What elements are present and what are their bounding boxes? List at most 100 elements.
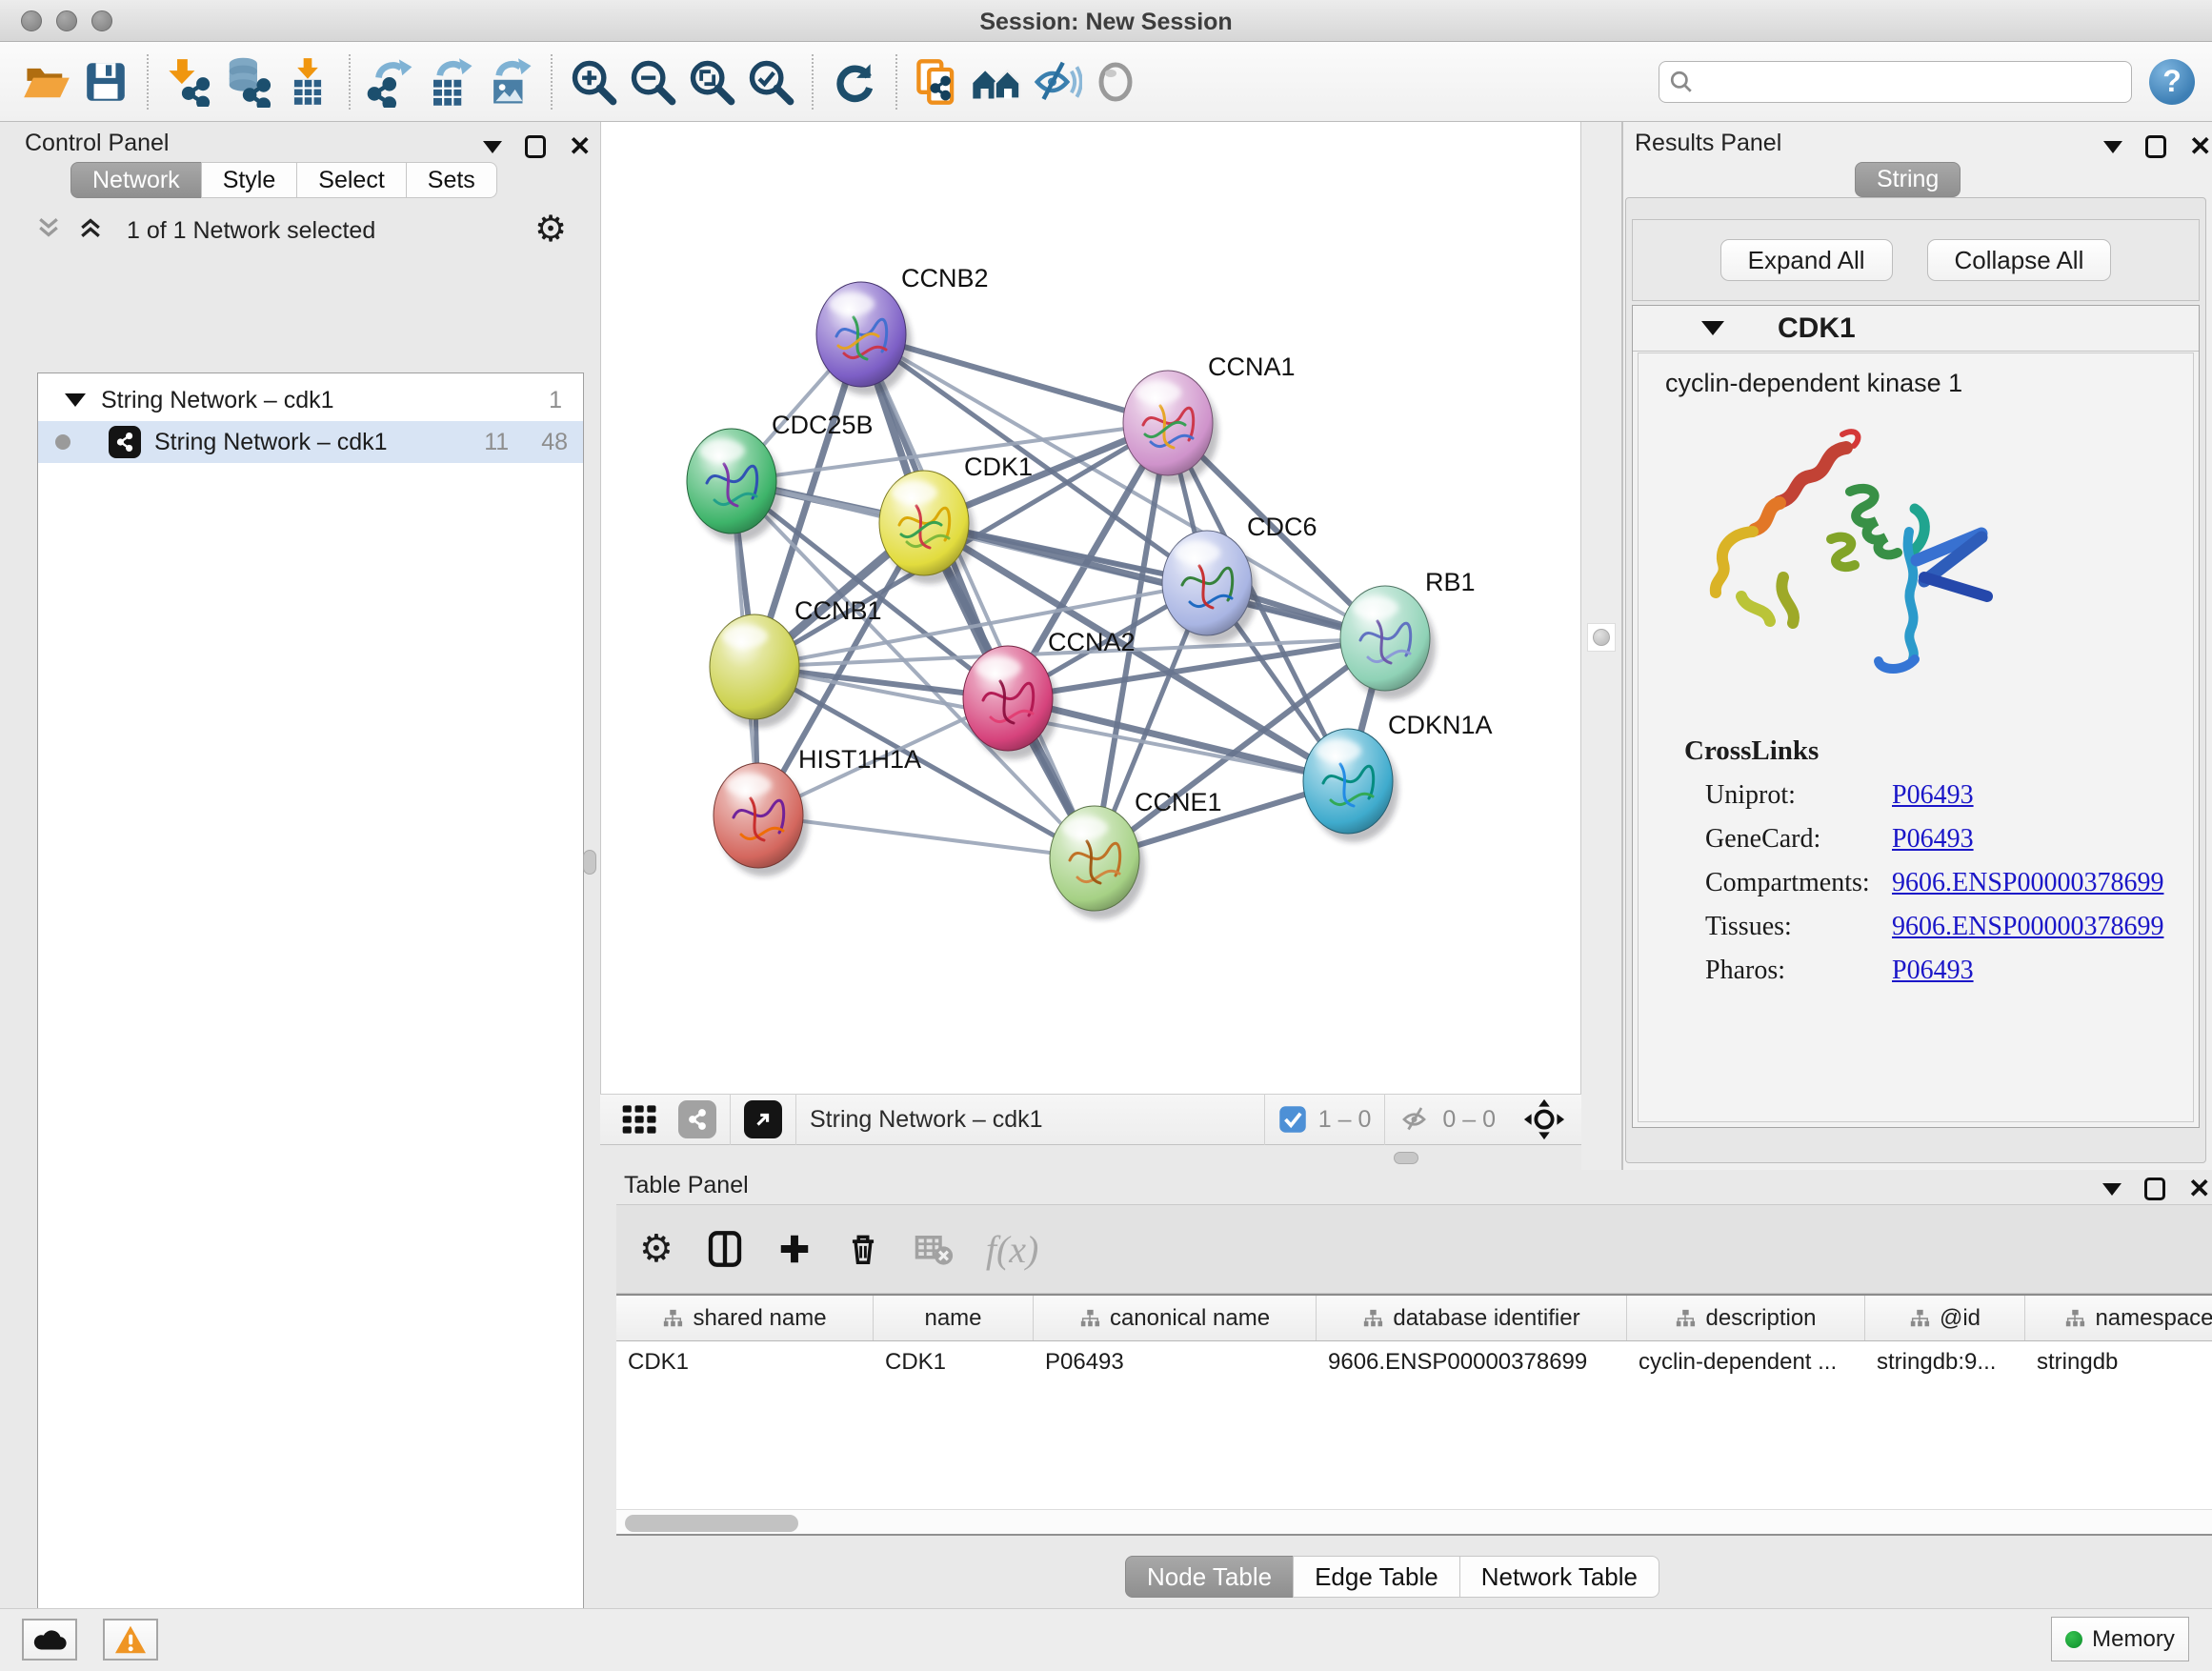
save-session-button[interactable] — [78, 52, 133, 111]
crosslink-value-link[interactable]: P06493 — [1892, 824, 1974, 855]
cloud-button[interactable] — [22, 1619, 77, 1661]
table-cell[interactable]: 9606.ENSP00000378699 — [1317, 1341, 1627, 1383]
table-horizontal-scrollbar[interactable] — [616, 1509, 2212, 1536]
table-options-gear-icon[interactable]: ⚙ — [639, 1227, 674, 1271]
column-header-namespace[interactable]: namespace — [2025, 1296, 2212, 1340]
network-options-gear-icon[interactable]: ⚙ — [534, 208, 567, 250]
network-node-CDC6[interactable]: CDC6 — [1162, 513, 1317, 644]
table-cell[interactable]: cyclin-dependent ... — [1627, 1341, 1865, 1383]
panel-menu-icon[interactable] — [2102, 1183, 2122, 1196]
column-header-name[interactable]: name — [874, 1296, 1034, 1340]
table-cell[interactable]: stringdb — [2025, 1341, 2212, 1383]
tab-network-table[interactable]: Network Table — [1459, 1556, 1659, 1598]
delete-table-icon[interactable] — [914, 1229, 954, 1269]
export-table-button[interactable] — [423, 52, 478, 111]
network-node-CCNB2[interactable]: CCNB2 — [816, 264, 989, 395]
protein-card-header[interactable]: CDK1 — [1633, 306, 2199, 352]
table-cell[interactable]: CDK1 — [616, 1341, 874, 1383]
network-node-CCNE1[interactable]: CCNE1 — [1050, 788, 1222, 919]
close-panel-icon[interactable]: ✕ — [2189, 133, 2211, 160]
selected-checkbox-icon[interactable] — [1278, 1105, 1307, 1134]
network-canvas[interactable]: CCNB2CCNA1CDC25BCDK1CDC6RB1CCNB1CCNA2CDK… — [600, 122, 1581, 1094]
tab-edge-table[interactable]: Edge Table — [1293, 1556, 1460, 1598]
pan-crosshair-icon[interactable] — [1522, 1097, 1566, 1141]
tab-node-table[interactable]: Node Table — [1125, 1556, 1294, 1598]
network-node-CDKN1A[interactable]: CDKN1A — [1303, 711, 1493, 842]
crosslink-value-link[interactable]: P06493 — [1892, 780, 1974, 811]
help-button[interactable]: ? — [2149, 59, 2195, 105]
network-edge-CCNB2-CCNE1[interactable] — [861, 334, 1095, 858]
hide-selected-button[interactable] — [1029, 52, 1084, 111]
collapse-triangle-icon[interactable] — [1701, 321, 1724, 335]
import-network-from-database-button[interactable] — [221, 52, 276, 111]
close-panel-icon[interactable]: ✕ — [569, 133, 591, 160]
network-node-RB1[interactable]: RB1 — [1340, 568, 1476, 699]
crosslink-row: Compartments:9606.ENSP00000378699 — [1705, 868, 2193, 898]
float-panel-icon[interactable] — [2144, 1178, 2165, 1200]
crosslink-value-link[interactable]: 9606.ENSP00000378699 — [1892, 868, 2163, 898]
column-header-sharedname[interactable]: shared name — [616, 1296, 874, 1340]
network-row-selected[interactable]: String Network – cdk1 11 48 — [38, 421, 583, 463]
export-network-button[interactable] — [364, 52, 419, 111]
function-builder-icon[interactable]: f(x) — [986, 1227, 1039, 1272]
crosslink-value-link[interactable]: P06493 — [1892, 956, 1974, 986]
share-panel-button[interactable] — [911, 52, 966, 111]
network-node-HIST1H1A[interactable]: HIST1H1A — [714, 745, 921, 876]
table-row[interactable]: CDK1CDK1P064939606.ENSP00000378699cyclin… — [616, 1341, 2212, 1383]
add-column-icon[interactable] — [776, 1231, 813, 1267]
string-network-graph[interactable]: CCNB2CCNA1CDC25BCDK1CDC6RB1CCNB1CCNA2CDK… — [601, 122, 1582, 1094]
tab-network[interactable]: Network — [70, 162, 202, 198]
highlight-button[interactable] — [1088, 52, 1143, 111]
warnings-button[interactable] — [103, 1619, 158, 1661]
import-network-from-file-button[interactable] — [162, 52, 217, 111]
scrollbar-thumb[interactable] — [625, 1515, 798, 1532]
tab-string[interactable]: String — [1855, 162, 1961, 197]
memory-status-dot — [2065, 1631, 2082, 1648]
memory-button[interactable]: Memory — [2051, 1617, 2189, 1661]
column-header-databaseidentifier[interactable]: database identifier — [1317, 1296, 1627, 1340]
float-panel-icon[interactable] — [2145, 135, 2166, 158]
panel-menu-icon[interactable] — [483, 141, 502, 153]
expand-all-icon[interactable] — [76, 213, 105, 242]
crosslink-value-link[interactable]: 9606.ENSP00000378699 — [1892, 912, 2163, 942]
open-session-button[interactable] — [19, 52, 74, 111]
column-header-description[interactable]: description — [1627, 1296, 1865, 1340]
import-table-from-file-button[interactable] — [280, 52, 335, 111]
network-collection-row[interactable]: String Network – cdk1 1 — [38, 379, 583, 421]
zoom-selected-button[interactable] — [743, 52, 798, 111]
network-collection-count: 1 — [549, 387, 562, 414]
open-in-window-button[interactable] — [744, 1100, 782, 1138]
bottom-splitter-handle[interactable] — [1394, 1152, 1418, 1164]
zoom-fit-button[interactable] — [684, 52, 739, 111]
delete-column-icon[interactable] — [845, 1231, 881, 1267]
expand-all-button[interactable]: Expand All — [1720, 239, 1893, 281]
export-image-button[interactable] — [482, 52, 537, 111]
table-cell[interactable]: CDK1 — [874, 1341, 1034, 1383]
zoom-in-button[interactable] — [566, 52, 621, 111]
tab-select[interactable]: Select — [296, 162, 406, 198]
first-neighbors-button[interactable] — [970, 52, 1025, 111]
string-style-button[interactable] — [678, 1100, 716, 1138]
zoom-out-button[interactable] — [625, 52, 680, 111]
search-input[interactable] — [1694, 68, 2122, 96]
table-cell[interactable]: P06493 — [1034, 1341, 1317, 1383]
right-splitter — [1581, 122, 1621, 1170]
tab-style[interactable]: Style — [201, 162, 298, 198]
column-header-id[interactable]: @id — [1865, 1296, 2025, 1340]
show-columns-icon[interactable] — [706, 1230, 744, 1268]
network-node-CDC25B[interactable]: CDC25B — [687, 411, 874, 542]
toolbar-separator — [812, 54, 814, 110]
tab-sets[interactable]: Sets — [406, 162, 497, 198]
table-cell[interactable]: stringdb:9... — [1865, 1341, 2025, 1383]
collapse-all-icon[interactable] — [34, 213, 63, 242]
collapse-all-button[interactable]: Collapse All — [1927, 239, 2112, 281]
birdseye-grid-icon[interactable] — [619, 1098, 661, 1140]
right-splitter-handle[interactable] — [1587, 623, 1616, 652]
collapse-triangle-icon[interactable] — [65, 393, 86, 407]
column-header-canonicalname[interactable]: canonical name — [1034, 1296, 1317, 1340]
refresh-button[interactable] — [827, 52, 882, 111]
close-panel-icon[interactable]: ✕ — [2188, 1176, 2210, 1202]
panel-menu-icon[interactable] — [2103, 141, 2122, 153]
float-panel-icon[interactable] — [525, 135, 546, 158]
left-splitter-handle[interactable] — [583, 850, 596, 875]
